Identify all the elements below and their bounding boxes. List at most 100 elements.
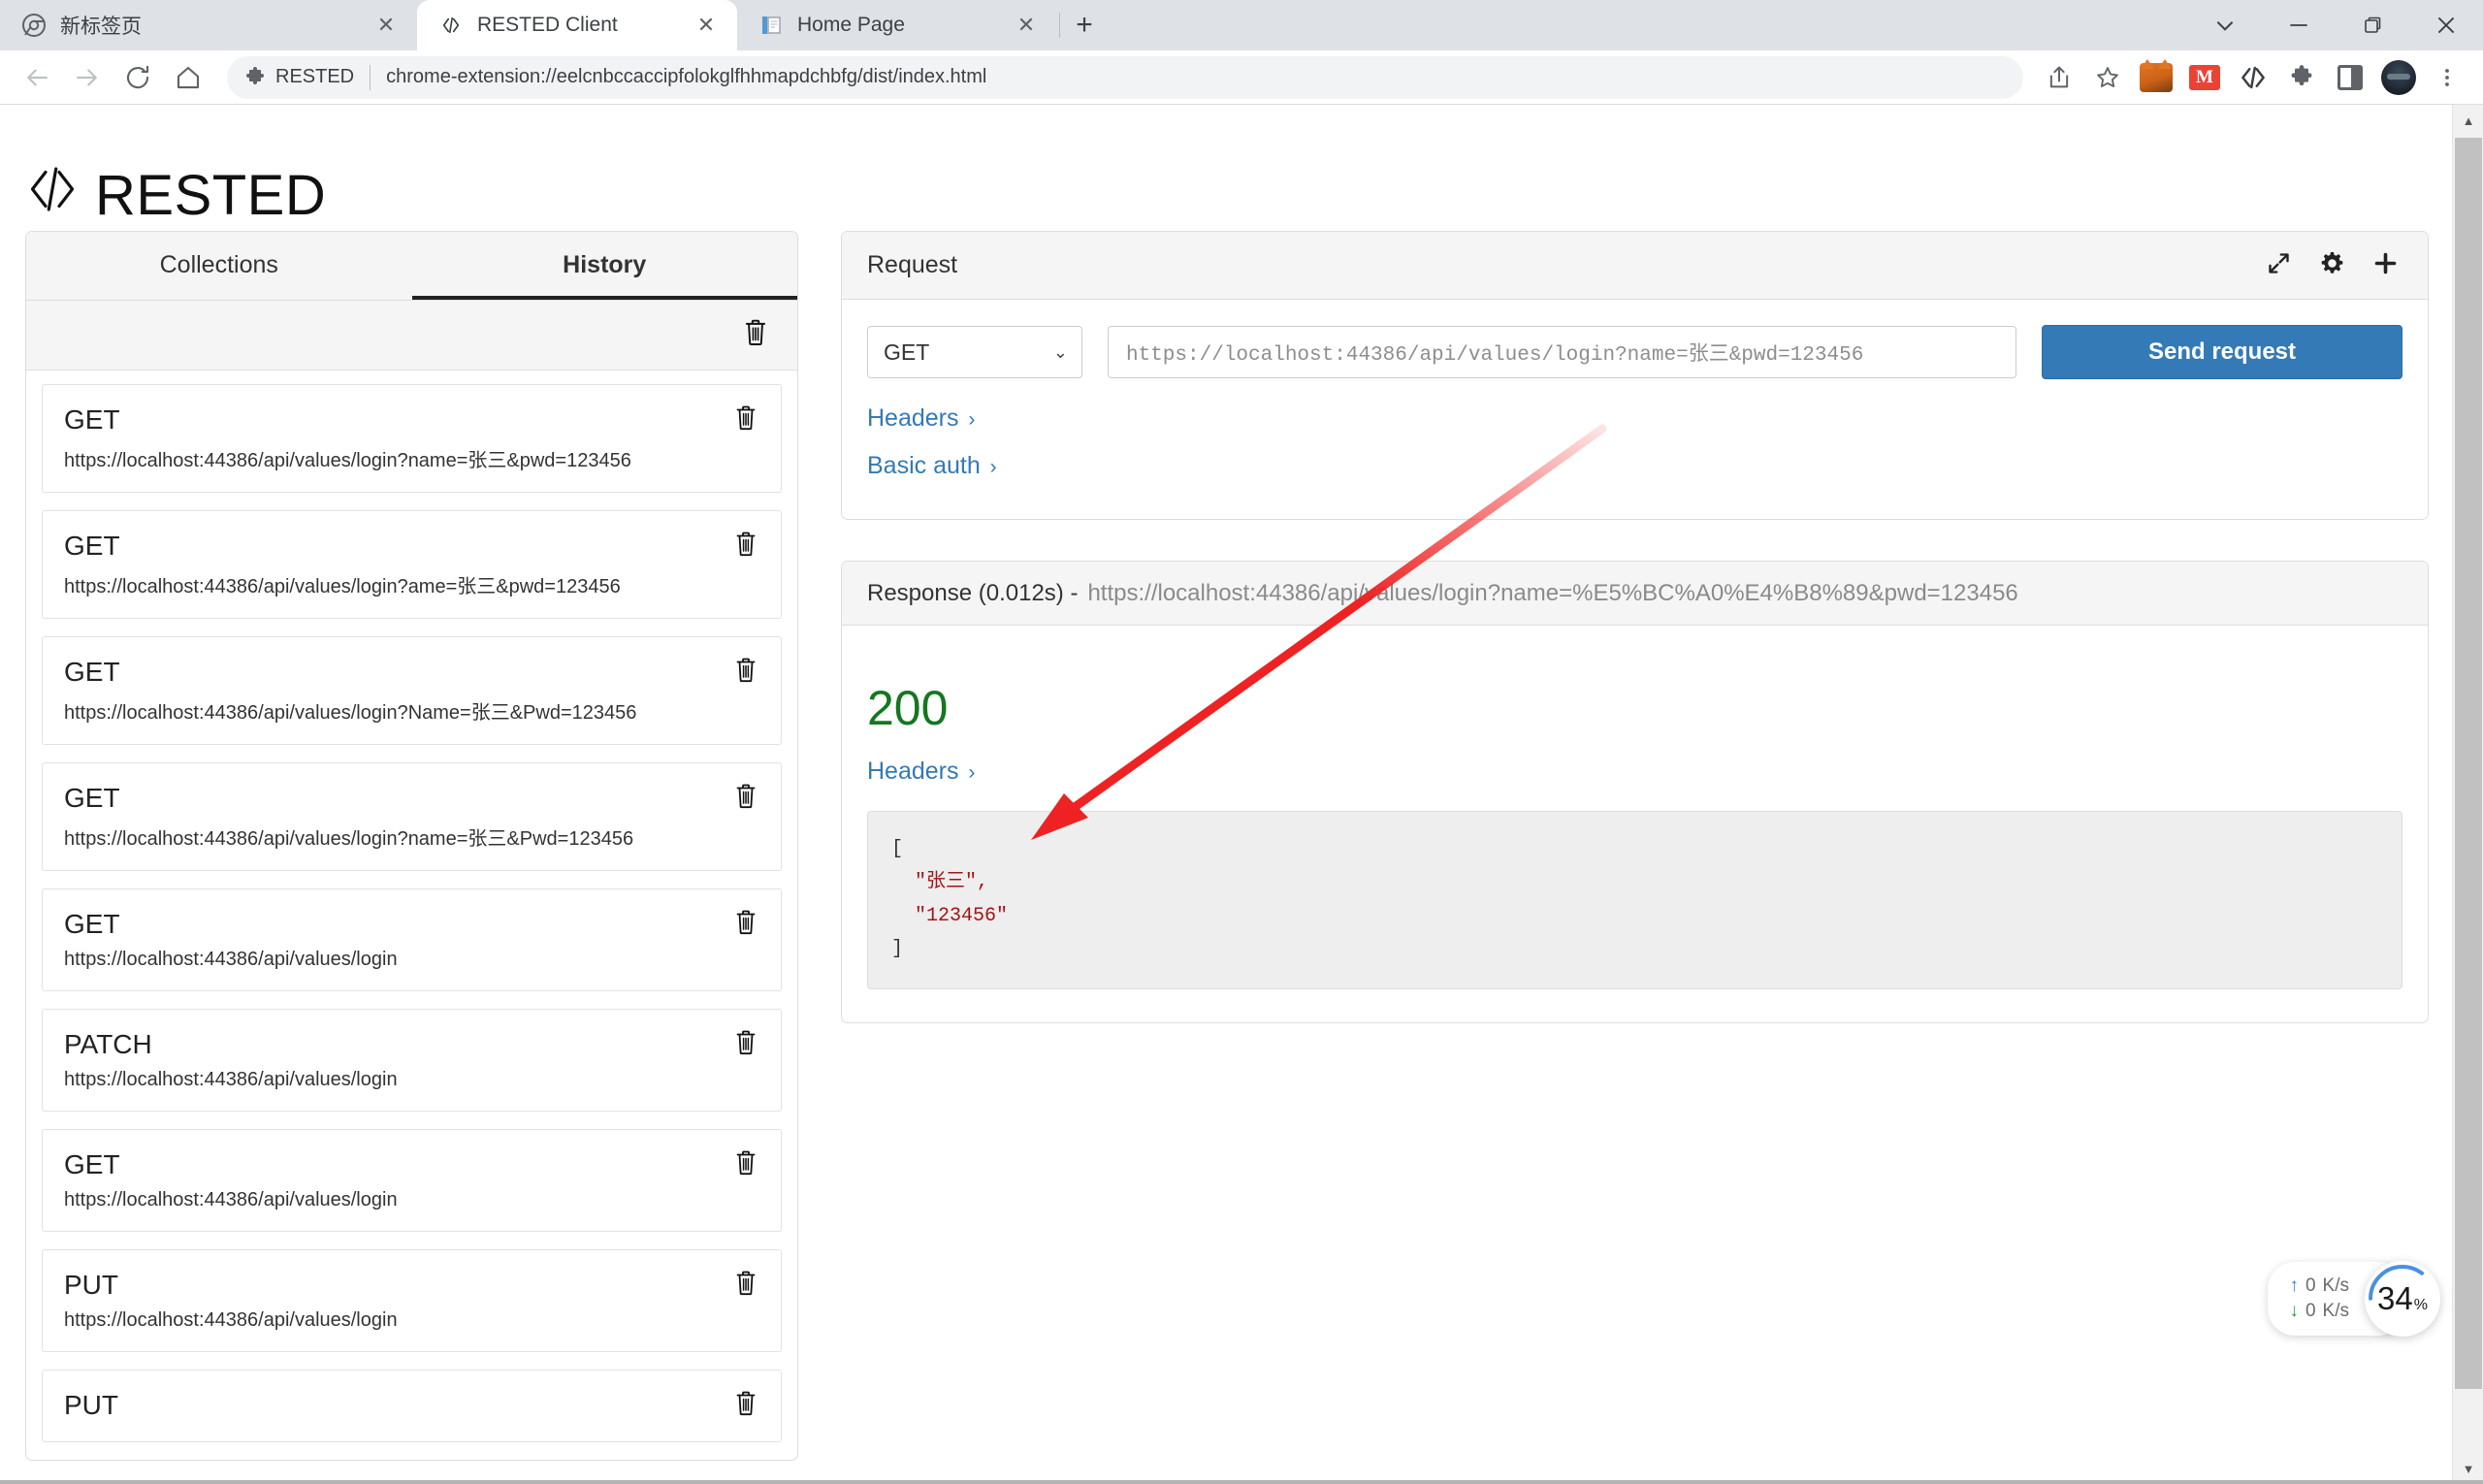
history-url: https://localhost:44386/api/values/login [64,1189,759,1211]
browser-tab-home-page[interactable]: Home Page ✕ [737,0,1057,50]
request-headers-toggle[interactable]: Headers › [867,404,975,433]
metamask-extension-icon[interactable] [2134,55,2178,100]
main-content: Request [841,231,2429,1064]
history-method: PATCH [64,1027,759,1061]
maximize-window-button[interactable] [2336,0,2409,50]
list-item[interactable]: GET https://localhost:44386/api/values/l… [42,636,782,745]
response-headers-toggle[interactable]: Headers › [867,758,975,786]
list-item[interactable]: PATCH https://localhost:44386/api/values… [42,1009,782,1112]
history-url: https://localhost:44386/api/values/login… [64,823,759,851]
chevron-right-icon: › [984,456,997,478]
rested-extension-icon[interactable] [2231,55,2275,100]
request-header: Request [842,232,2428,300]
method-select[interactable]: GET ⌄ [867,326,1082,378]
omnibox-divider [370,65,371,90]
request-url-input[interactable]: https://localhost:44386/api/values/login… [1108,326,2016,378]
scrollbar-thumb[interactable] [2455,138,2482,1389]
close-icon[interactable]: ✕ [372,12,400,39]
delete-history-item-icon[interactable] [734,909,759,938]
download-value: 0 [2306,1299,2316,1324]
reload-button[interactable] [114,54,161,101]
delete-history-item-icon[interactable] [734,404,759,434]
page-scrollbar[interactable]: ▲ ▼ [2452,105,2483,1484]
close-icon[interactable]: ✕ [693,12,720,39]
forward-button[interactable] [64,54,111,101]
browser-tab-rested-client[interactable]: RESTED Client ✕ [417,0,737,50]
home-button[interactable] [165,54,211,101]
request-body: GET ⌄ https://localhost:44386/api/values… [842,300,2428,519]
tab-collections[interactable]: Collections [26,232,412,300]
gear-icon[interactable] [2319,250,2345,281]
close-window-button[interactable] [2409,0,2483,50]
list-item[interactable]: GET https://localhost:44386/api/values/l… [42,384,782,493]
list-item[interactable]: GET https://localhost:44386/api/values/l… [42,510,782,619]
tab-separator [1059,13,1060,38]
clear-history-trash-icon[interactable] [743,318,768,352]
method-value: GET [884,339,929,366]
close-icon[interactable]: ✕ [1013,12,1040,39]
scroll-up-arrow-icon[interactable]: ▲ [2453,105,2483,136]
json-line: [ [891,838,903,860]
bookmark-star-icon[interactable] [2085,55,2130,100]
list-item[interactable]: PUT [42,1370,782,1442]
minimize-window-button[interactable] [2262,0,2336,50]
back-button[interactable] [14,54,60,101]
url-text: chrome-extension://eelcnbccaccipfolokglf… [386,66,2008,88]
tab-strip: 新标签页 ✕ RESTED Client ✕ Home Page ✕ + [0,0,2483,50]
expand-icon[interactable] [2266,250,2292,281]
browser-chrome: 新标签页 ✕ RESTED Client ✕ Home Page ✕ + [0,0,2483,105]
delete-history-item-icon[interactable] [734,657,759,686]
request-links: Headers › Basic auth › [867,404,2402,486]
usage-percent: 34% [2377,1280,2428,1317]
network-monitor-widget[interactable]: ↑ 0 K/s ↓ 0 K/s 34% [2268,1261,2440,1337]
delete-history-item-icon[interactable] [734,1390,759,1419]
delete-history-item-icon[interactable] [734,1149,759,1178]
cpu-usage-dial[interactable]: 34% [2365,1261,2440,1337]
chrome-menu-icon[interactable] [2425,55,2469,100]
history-url: https://localhost:44386/api/values/login [64,1069,759,1091]
response-title: Response (0.012s) - [867,580,1078,607]
download-rate: ↓ 0 K/s [2289,1299,2349,1324]
browser-toolbar: RESTED chrome-extension://eelcnbccaccipf… [0,50,2483,105]
profile-avatar[interactable] [2376,55,2421,100]
extension-puzzle-icon [242,65,268,90]
chevron-down-icon[interactable] [2188,0,2262,50]
history-method: PUT [64,1388,759,1422]
share-icon[interactable] [2037,55,2081,100]
usage-percent-symbol: % [2414,1297,2428,1314]
response-section: Response (0.012s) - https://localhost:44… [841,561,2429,1023]
delete-history-item-icon[interactable] [734,1029,759,1058]
new-tab-button[interactable]: + [1062,3,1107,48]
upload-rate: ↑ 0 K/s [2289,1274,2349,1299]
browser-tab-new-tab-page[interactable]: 新标签页 ✕ [0,0,417,50]
extensions-puzzle-icon[interactable] [2279,55,2324,100]
sidebar: Collections History GET https://localhos… [25,231,798,1461]
plus-icon[interactable] [2372,250,2399,281]
side-panel-icon[interactable] [2328,55,2372,100]
basic-auth-toggle[interactable]: Basic auth › [867,452,997,480]
history-method: GET [64,403,759,436]
delete-history-item-icon[interactable] [734,783,759,812]
delete-history-item-icon[interactable] [734,1270,759,1299]
gmail-extension-icon[interactable]: M [2182,55,2227,100]
delete-history-item-icon[interactable] [734,531,759,560]
address-bar[interactable]: RESTED chrome-extension://eelcnbccaccipf… [227,56,2023,99]
response-body-json: [ "张三", "123456" ] [867,811,2402,989]
upload-value: 0 [2306,1274,2316,1299]
list-item[interactable]: GET https://localhost:44386/api/values/l… [42,888,782,991]
history-method: GET [64,1147,759,1181]
request-row: GET ⌄ https://localhost:44386/api/values… [867,325,2402,379]
chevron-right-icon: › [963,761,976,784]
list-item[interactable]: GET https://localhost:44386/api/values/l… [42,1129,782,1232]
chevron-down-icon: ⌄ [1053,342,1068,363]
tab-title: 新标签页 [60,11,359,40]
list-item[interactable]: PUT https://localhost:44386/api/values/l… [42,1249,782,1352]
history-list: GET https://localhost:44386/api/values/l… [26,371,797,1442]
chevron-right-icon: › [963,408,976,431]
tab-history[interactable]: History [412,232,798,300]
json-line: "张三", [891,871,988,893]
history-method: GET [64,529,759,563]
send-request-button[interactable]: Send request [2042,325,2402,379]
list-item[interactable]: GET https://localhost:44386/api/values/l… [42,762,782,871]
usage-value: 34 [2377,1280,2413,1317]
